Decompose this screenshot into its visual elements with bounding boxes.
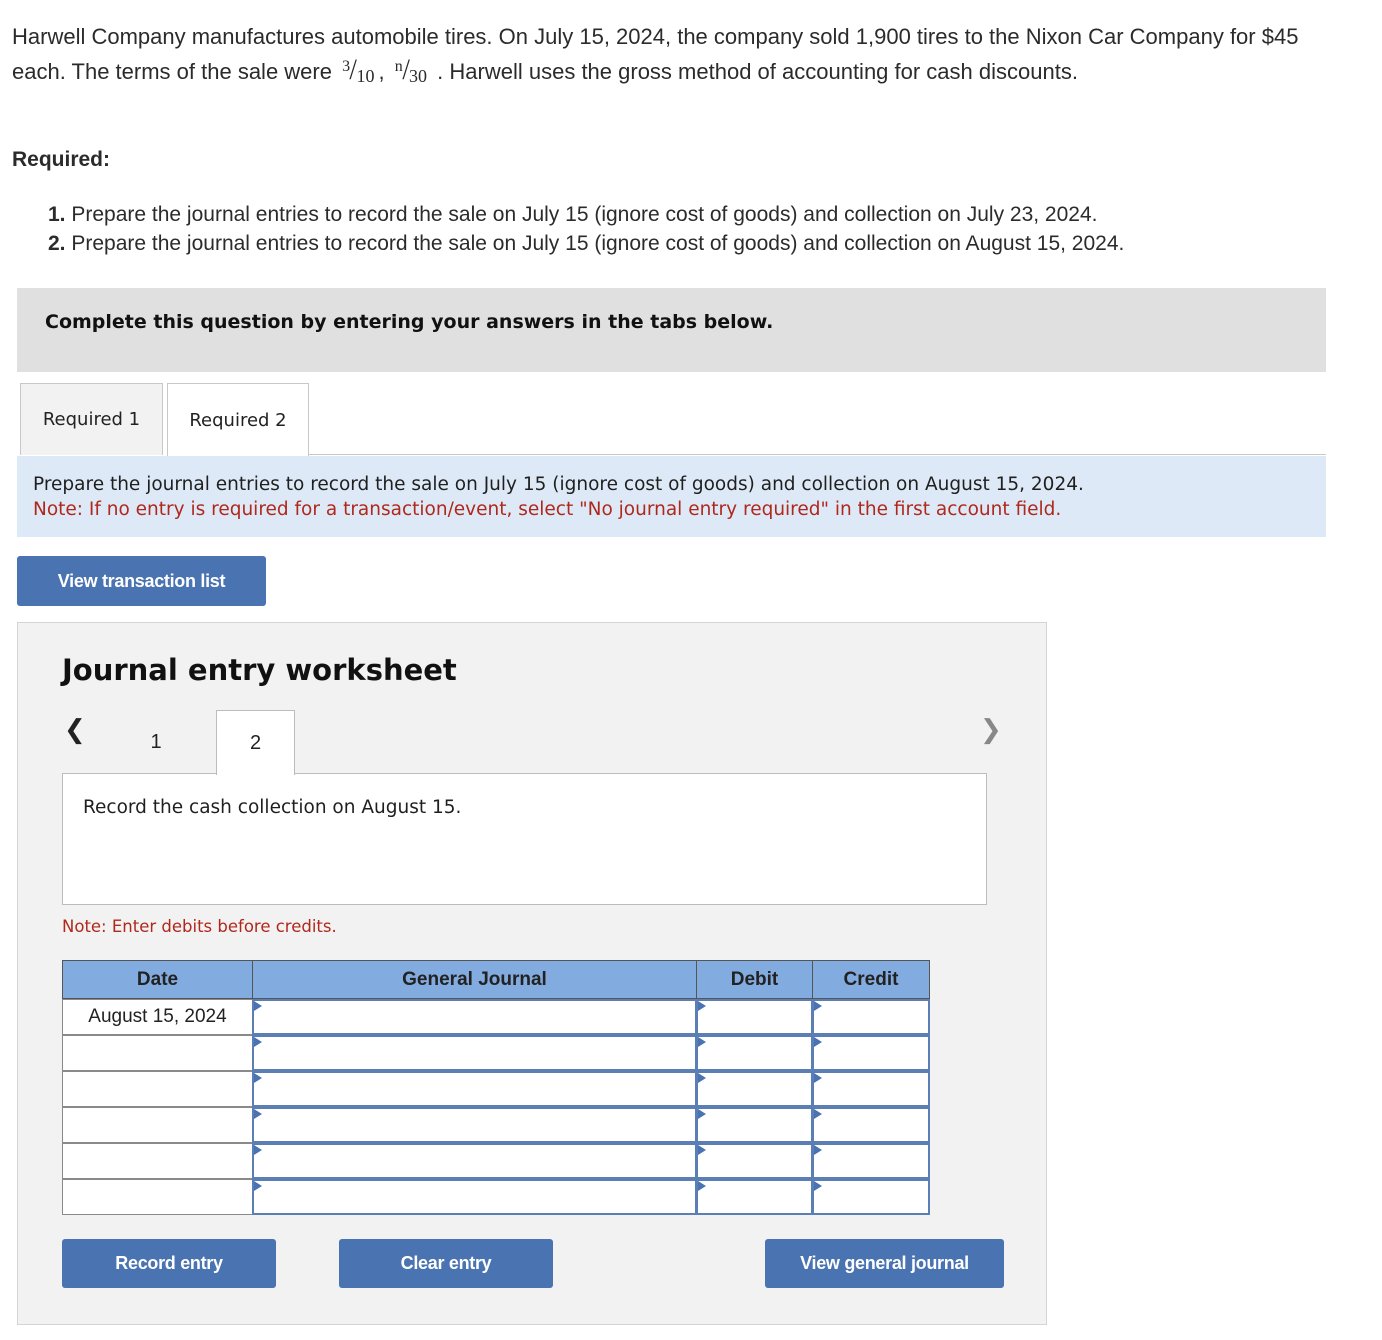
clear-entry-button[interactable]: Clear entry [339,1239,553,1288]
tab-divider [309,454,1326,455]
required-list: 1. Prepare the journal entries to record… [48,200,1124,258]
instructions-text: Prepare the journal entries to record th… [33,474,1084,495]
required-item: 1. Prepare the journal entries to record… [48,200,1124,229]
required-item-number: 2. [48,232,66,255]
account-input[interactable] [252,999,697,1035]
credit-input[interactable] [812,999,930,1035]
problem-text-part2: . Harwell uses the gross method of accou… [437,59,1078,84]
tab-required-1[interactable]: Required 1 [20,383,163,455]
debit-input[interactable] [696,1107,813,1143]
required-item-text: Prepare the journal entries to record th… [71,203,1098,226]
debit-input[interactable] [696,1071,813,1107]
date-cell [62,1071,253,1107]
view-transaction-list-button[interactable]: View transaction list [17,556,266,606]
account-input[interactable] [252,1107,697,1143]
record-entry-button[interactable]: Record entry [62,1239,276,1288]
debit-input[interactable] [696,1143,813,1179]
credit-input[interactable] [812,1143,930,1179]
date-cell [62,1179,253,1215]
fraction-denominator: 10 [356,66,375,86]
worksheet-step-1[interactable]: 1 [123,710,189,774]
problem-statement: Harwell Company manufactures automobile … [12,20,1342,91]
account-input[interactable] [252,1179,697,1215]
chevron-left-icon[interactable]: ❮ [64,715,86,745]
journal-entry-worksheet: Journal entry worksheet ❮ 1 2 ❯ Record t… [17,622,1047,1325]
account-input[interactable] [252,1143,697,1179]
worksheet-step-2[interactable]: 2 [216,710,295,775]
view-general-journal-button[interactable]: View general journal [765,1239,1004,1288]
header-debit: Debit [696,960,813,999]
credit-input[interactable] [812,1035,930,1071]
terms-discount-fraction: 3/10 [342,53,375,86]
debits-credits-note: Note: Enter debits before credits. [62,917,337,936]
header-credit: Credit [812,960,930,999]
account-input[interactable] [252,1035,697,1071]
debit-input[interactable] [696,999,813,1035]
date-cell: August 15, 2024 [62,999,253,1035]
credit-input[interactable] [812,1179,930,1215]
header-date: Date [62,960,253,999]
date-cell [62,1107,253,1143]
step-description: Record the cash collection on August 15. [83,797,462,818]
banner-text: Complete this question by entering your … [45,311,774,333]
step-description-box: Record the cash collection on August 15. [62,773,987,905]
required-heading: Required: [12,148,111,171]
credit-input[interactable] [812,1071,930,1107]
date-cell [62,1143,253,1179]
fraction-denominator: 30 [409,66,428,86]
date-cell [62,1035,253,1071]
terms-separator: , [378,59,385,84]
chevron-right-icon[interactable]: ❯ [980,715,1002,745]
instruction-banner: Complete this question by entering your … [17,288,1326,372]
debit-input[interactable] [696,1035,813,1071]
worksheet-title: Journal entry worksheet [62,653,457,687]
instructions-note: Note: If no entry is required for a tran… [33,499,1062,520]
tab-required-2[interactable]: Required 2 [167,383,309,457]
account-input[interactable] [252,1071,697,1107]
debit-input[interactable] [696,1179,813,1215]
credit-input[interactable] [812,1107,930,1143]
tab-instructions: Prepare the journal entries to record th… [17,456,1326,537]
required-item: 2. Prepare the journal entries to record… [48,229,1124,258]
terms-net-fraction: n/30 [394,53,428,86]
header-general-journal: General Journal [252,960,697,999]
required-item-number: 1. [48,203,66,226]
required-item-text: Prepare the journal entries to record th… [71,232,1125,255]
